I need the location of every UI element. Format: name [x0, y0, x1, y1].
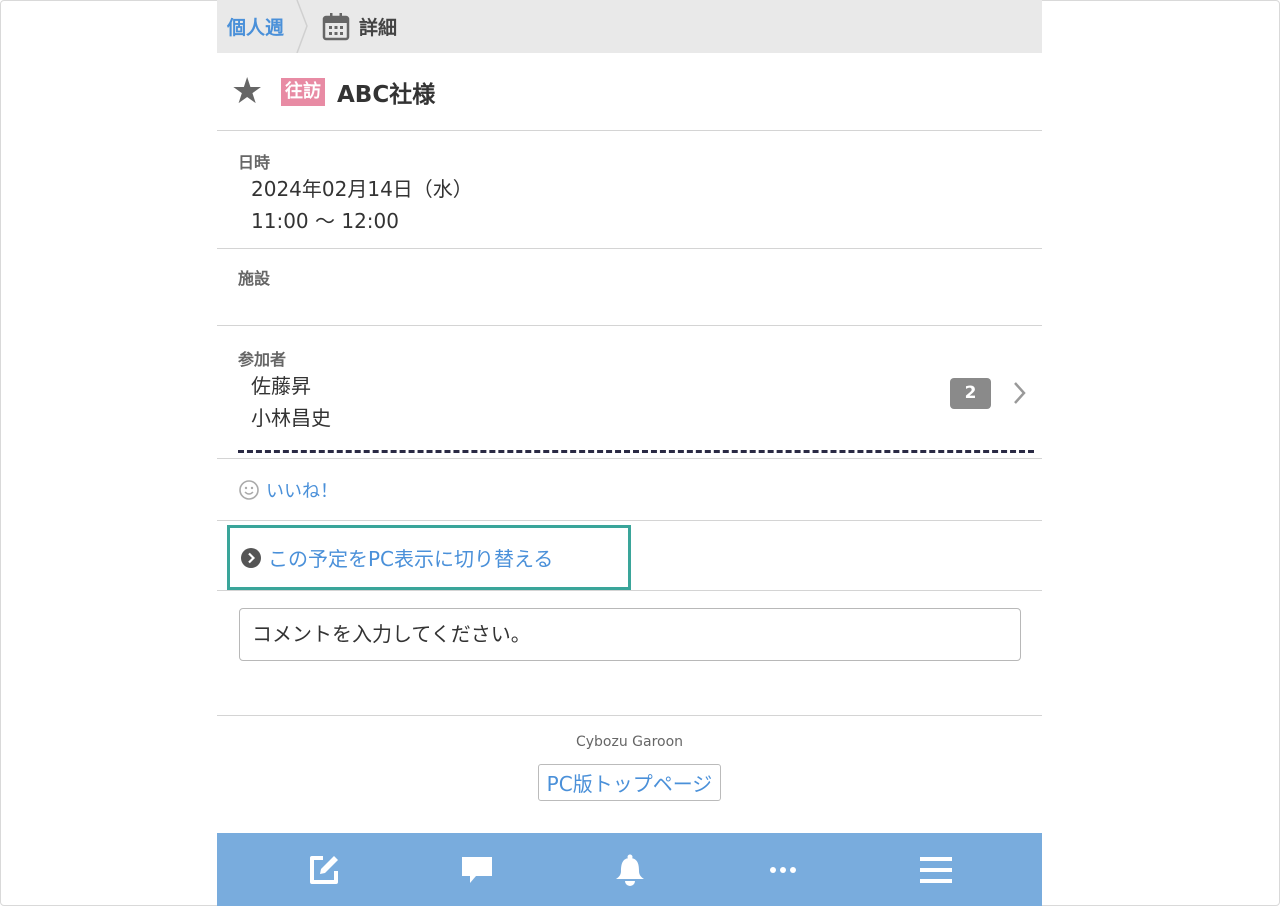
more-icon: [769, 866, 796, 873]
pc-top-page-button[interactable]: PC版トップページ: [537, 764, 722, 801]
footer: Cybozu Garoon PC版トップページ: [217, 715, 1042, 833]
datetime-section: 日時 2024年02月14日（水） 11:00 〜 12:00: [217, 131, 1042, 249]
pc-switch-link[interactable]: この予定をPC表示に切り替える: [227, 525, 631, 590]
tab-menu[interactable]: [906, 840, 966, 900]
attendees-section[interactable]: 参加者 佐藤昇 小林昌史 2: [217, 326, 1042, 455]
bottom-tab-bar: [217, 833, 1042, 906]
pc-switch-row: この予定をPC表示に切り替える: [217, 521, 1042, 591]
tab-edit[interactable]: [294, 840, 354, 900]
footer-brand: Cybozu Garoon: [575, 734, 684, 750]
tab-more[interactable]: [753, 840, 813, 900]
breadcrumb-current-label: 詳細: [359, 17, 398, 39]
breadcrumb-current: 詳細: [321, 12, 397, 42]
mobile-view: 個人週 詳細 ★ 往訪 ABC社様 日時 2024年02月14日（水） 11:0…: [217, 0, 1042, 906]
like-link[interactable]: いいね！: [266, 477, 338, 503]
calendar-icon: [322, 12, 350, 40]
divider: [238, 450, 1034, 453]
attendee-name: 小林昌史: [251, 406, 331, 430]
pc-switch-label: この予定をPC表示に切り替える: [268, 547, 554, 571]
event-header: ★ 往訪 ABC社様: [217, 53, 1042, 131]
attendee-count-badge: 2: [950, 378, 991, 409]
datetime-label: 日時: [238, 153, 271, 172]
event-title: ABC社様: [337, 81, 436, 108]
chat-icon: [461, 856, 492, 883]
facility-label: 施設: [238, 269, 271, 288]
tab-notifications[interactable]: [600, 840, 660, 900]
attendees-label: 参加者: [238, 350, 287, 369]
star-icon[interactable]: ★: [231, 73, 267, 110]
arrow-circle-icon: [241, 547, 261, 568]
attendee-name: 佐藤昇: [251, 374, 311, 398]
comment-input[interactable]: コメントを入力してください。: [239, 608, 1021, 661]
event-date: 2024年02月14日（水）: [251, 177, 473, 201]
breadcrumb: 個人週 詳細: [217, 0, 1042, 53]
breadcrumb-home[interactable]: 個人週: [217, 13, 305, 40]
menu-icon: [919, 856, 952, 883]
event-time: 11:00 〜 12:00: [251, 209, 399, 233]
event-tag: 往訪: [281, 77, 325, 106]
smiley-icon: [239, 479, 259, 500]
breadcrumb-separator-icon: [296, 0, 308, 53]
like-row[interactable]: いいね！: [217, 458, 1042, 521]
tab-messages[interactable]: [447, 840, 507, 900]
edit-icon: [309, 855, 338, 884]
facility-section: 施設: [217, 249, 1042, 326]
bell-icon: [615, 854, 644, 886]
chevron-right-icon: [1014, 382, 1026, 404]
